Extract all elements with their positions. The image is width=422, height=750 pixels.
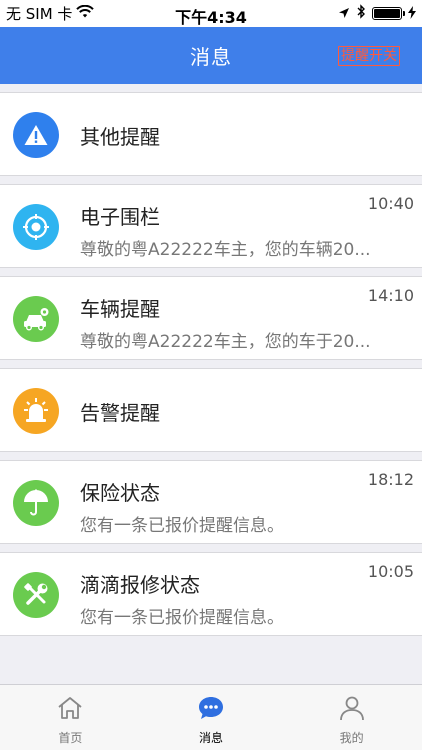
message-item-vehicle[interactable]: 车辆提醒 尊敬的粤A22222车主，您的车于20... 14:10 — [0, 276, 422, 360]
battery-icon — [372, 7, 405, 20]
message-title: 电子围栏 — [80, 205, 160, 229]
home-icon — [56, 695, 84, 725]
tab-messages[interactable]: 消息 — [141, 685, 282, 750]
tab-label: 我的 — [339, 731, 364, 745]
message-preview: 您有一条已报价提醒信息。 — [80, 516, 284, 536]
tab-label: 首页 — [58, 731, 83, 745]
chat-icon — [197, 695, 225, 725]
message-time: 18:12 — [367, 470, 414, 489]
message-preview: 尊敬的粤A22222车主，您的车于20... — [80, 332, 371, 352]
message-time: 10:40 — [367, 194, 414, 213]
car-icon — [13, 296, 59, 342]
message-preview: 您有一条已报价提醒信息。 — [80, 608, 284, 628]
umbrella-icon — [13, 480, 59, 526]
alarm-light-icon — [13, 388, 59, 434]
warning-icon — [13, 112, 59, 158]
reminder-toggle-button[interactable]: 提醒开关 — [338, 46, 400, 66]
geofence-icon — [13, 204, 59, 250]
tab-label: 消息 — [199, 731, 224, 745]
message-item-geofence[interactable]: 电子围栏 尊敬的粤A22222车主，您的车辆20... 10:40 — [0, 184, 422, 268]
status-bar: 无 SIM 卡 下午4:34 — [0, 0, 422, 27]
user-icon — [338, 695, 366, 725]
message-preview: 尊敬的粤A22222车主，您的车辆20... — [80, 240, 371, 260]
message-title: 其他提醒 — [80, 125, 160, 149]
message-time: 10:05 — [367, 562, 414, 581]
tab-bar: 首页 消息 我的 — [0, 684, 422, 750]
tab-home[interactable]: 首页 — [0, 685, 141, 750]
message-title: 滴滴报修状态 — [80, 573, 200, 597]
message-title: 告警提醒 — [80, 401, 160, 425]
screen: 无 SIM 卡 下午4:34 消息 提醒开关 其他提醒 电子围栏 尊敬的粤A22… — [0, 0, 422, 750]
message-title: 保险状态 — [80, 481, 160, 505]
page-title: 消息 — [190, 45, 232, 69]
message-item-other[interactable]: 其他提醒 — [0, 92, 422, 176]
message-time: 14:10 — [367, 286, 414, 305]
status-time: 下午4:34 — [175, 8, 247, 27]
message-item-repair[interactable]: 滴滴报修状态 您有一条已报价提醒信息。 10:05 — [0, 552, 422, 636]
message-item-insurance[interactable]: 保险状态 您有一条已报价提醒信息。 18:12 — [0, 460, 422, 544]
message-title: 车辆提醒 — [80, 297, 160, 321]
message-item-alarm[interactable]: 告警提醒 — [0, 368, 422, 452]
nav-bar: 消息 提醒开关 — [0, 27, 422, 84]
repair-tools-icon — [13, 572, 59, 618]
tab-profile[interactable]: 我的 — [281, 685, 422, 750]
